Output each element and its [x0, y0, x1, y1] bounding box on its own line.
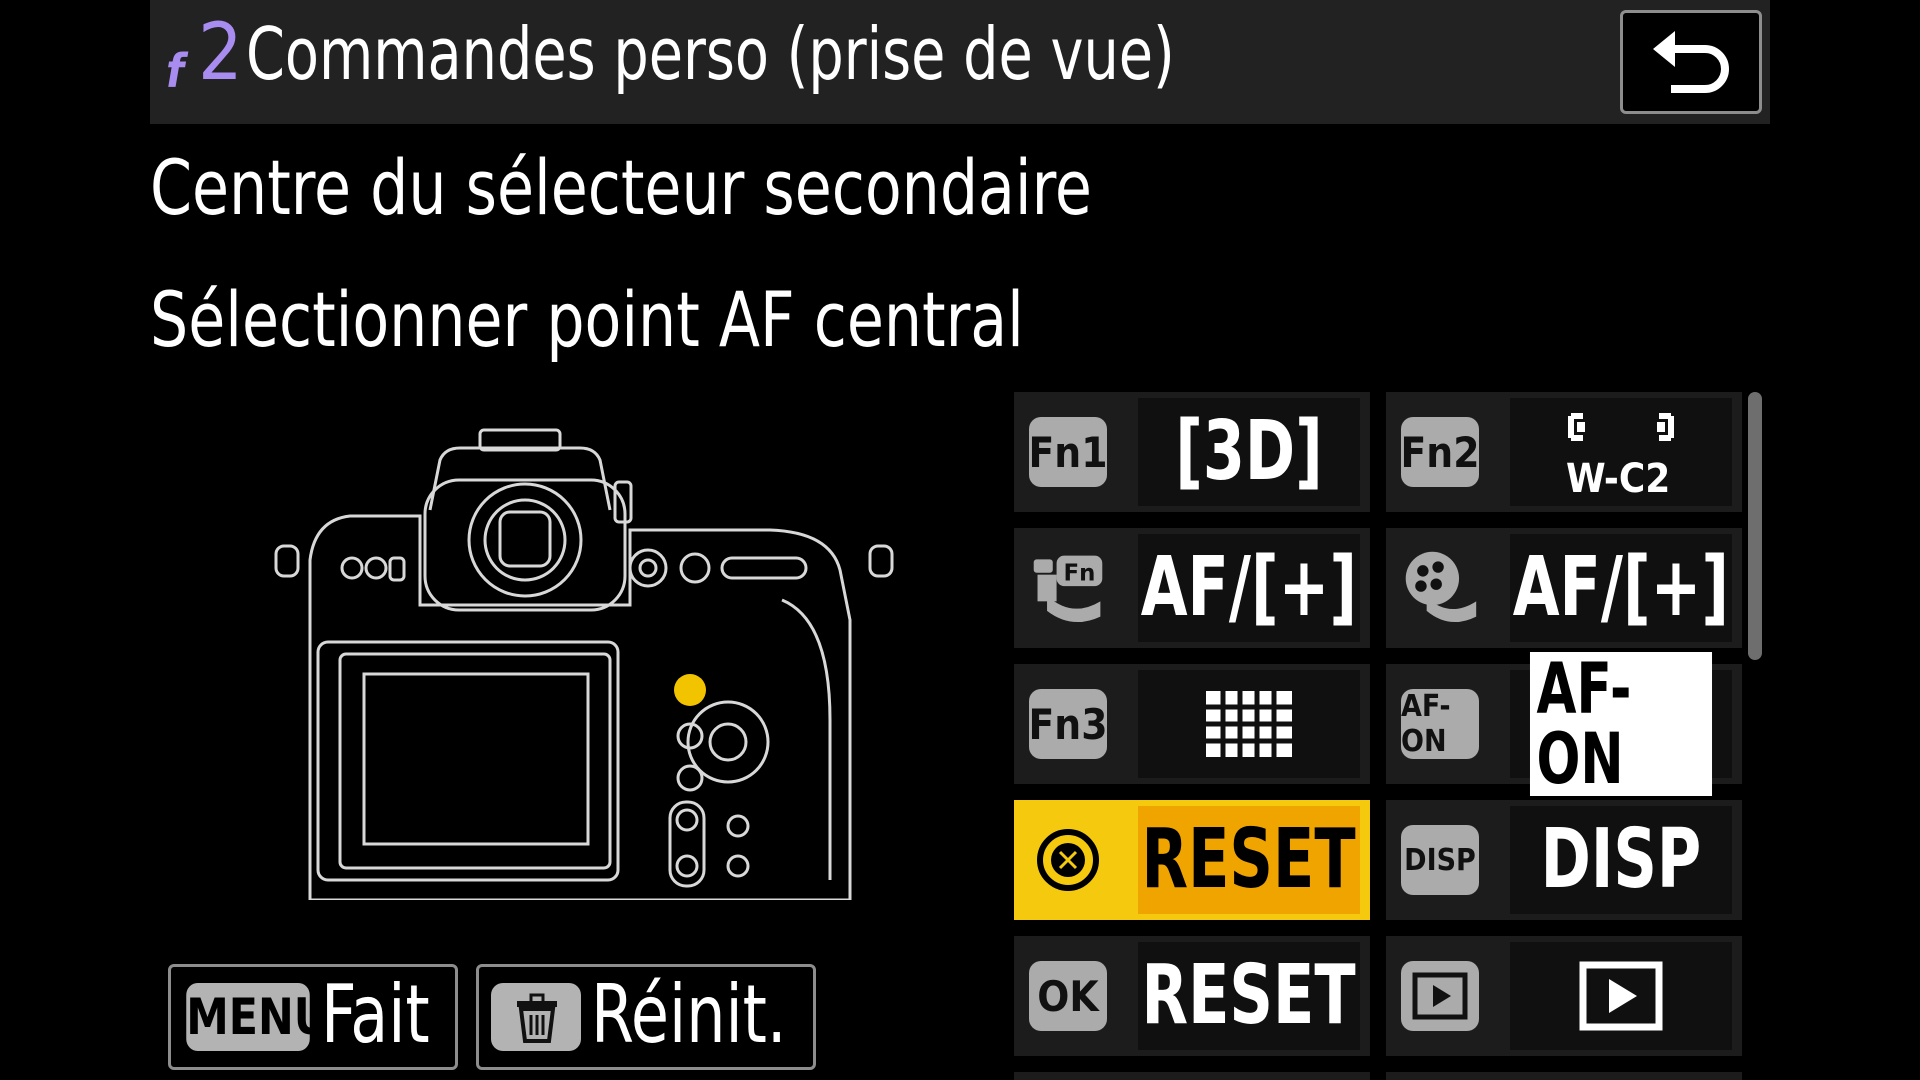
grid-item-value: W-C2	[1566, 456, 1671, 502]
done-label: Fait	[321, 968, 430, 1061]
camera-diagram	[274, 428, 894, 900]
grid-item-lens-fn[interactable]: Fn AF/[+]	[1014, 528, 1370, 648]
back-button[interactable]	[1620, 10, 1762, 114]
reset-button[interactable]: Réinit.	[476, 964, 816, 1070]
done-button[interactable]: MENU Fait	[168, 964, 458, 1070]
trash-icon	[491, 983, 581, 1051]
grid-item-fn2[interactable]: Fn2 W-C2	[1386, 392, 1742, 512]
grid-icon	[1206, 691, 1292, 757]
grid-row-partial	[1014, 1072, 1370, 1080]
grid-item-value: [3D]	[1175, 404, 1323, 499]
disp-icon: DISP	[1401, 825, 1479, 895]
playback-icon	[1579, 961, 1663, 1031]
menu-letter: f	[166, 44, 184, 98]
grid-item-sub-selector-center[interactable]: RESET	[1014, 800, 1370, 920]
menu-header: f 2 Commandes perso (prise de vue)	[150, 0, 1770, 124]
fn2-icon: Fn2	[1400, 417, 1480, 487]
sub-selector-center-icon	[1028, 824, 1108, 896]
back-arrow-icon	[1653, 31, 1729, 93]
grid-item-value: RESET	[1141, 948, 1357, 1043]
grid-row-partial	[1386, 1072, 1742, 1080]
fn1-icon: Fn1	[1028, 417, 1108, 487]
grid-item-ok[interactable]: OK RESET	[1014, 936, 1370, 1056]
menu-number: 2	[198, 8, 243, 98]
control-name: Centre du sélecteur secondaire	[150, 143, 1092, 232]
lens-fn-icon: Fn	[1028, 552, 1108, 624]
menu-badge: MENU	[186, 983, 328, 1051]
grid-item-fn3[interactable]: Fn3	[1014, 664, 1370, 784]
grid-item-fn1[interactable]: Fn1 [3D]	[1014, 392, 1370, 512]
grid-item-value: AF/[+]	[1512, 540, 1730, 635]
grid-item-value: AF/[+]	[1140, 540, 1358, 635]
playback-button-icon	[1400, 960, 1480, 1032]
grid-item-playback[interactable]	[1386, 936, 1742, 1056]
control-grid: Fn1 [3D] Fn2 W-C2 Fn AF/[+] AF/[+] Fn3 A…	[1014, 392, 1758, 1080]
grid-item-lens-control[interactable]: AF/[+]	[1386, 528, 1742, 648]
grid-item-value: RESET	[1141, 812, 1357, 907]
assigned-function: Sélectionner point AF central	[150, 275, 1024, 364]
reset-label: Réinit.	[591, 968, 787, 1061]
af-on-icon: AF-ON	[1401, 689, 1479, 759]
scrollbar[interactable]	[1748, 392, 1762, 660]
grid-item-value: DISP	[1540, 812, 1702, 907]
svg-text:Fn: Fn	[1063, 560, 1095, 586]
fn3-icon: Fn3	[1028, 689, 1108, 759]
grid-item-af-on[interactable]: AF-ON AF-ON	[1386, 652, 1742, 796]
page-title: Commandes perso (prise de vue)	[246, 12, 1175, 96]
grid-item-disp[interactable]: DISP DISP	[1386, 800, 1742, 920]
lens-control-ring-icon	[1400, 551, 1480, 624]
grid-item-value: AF-ON	[1529, 652, 1713, 796]
ok-icon: OK	[1029, 961, 1107, 1031]
